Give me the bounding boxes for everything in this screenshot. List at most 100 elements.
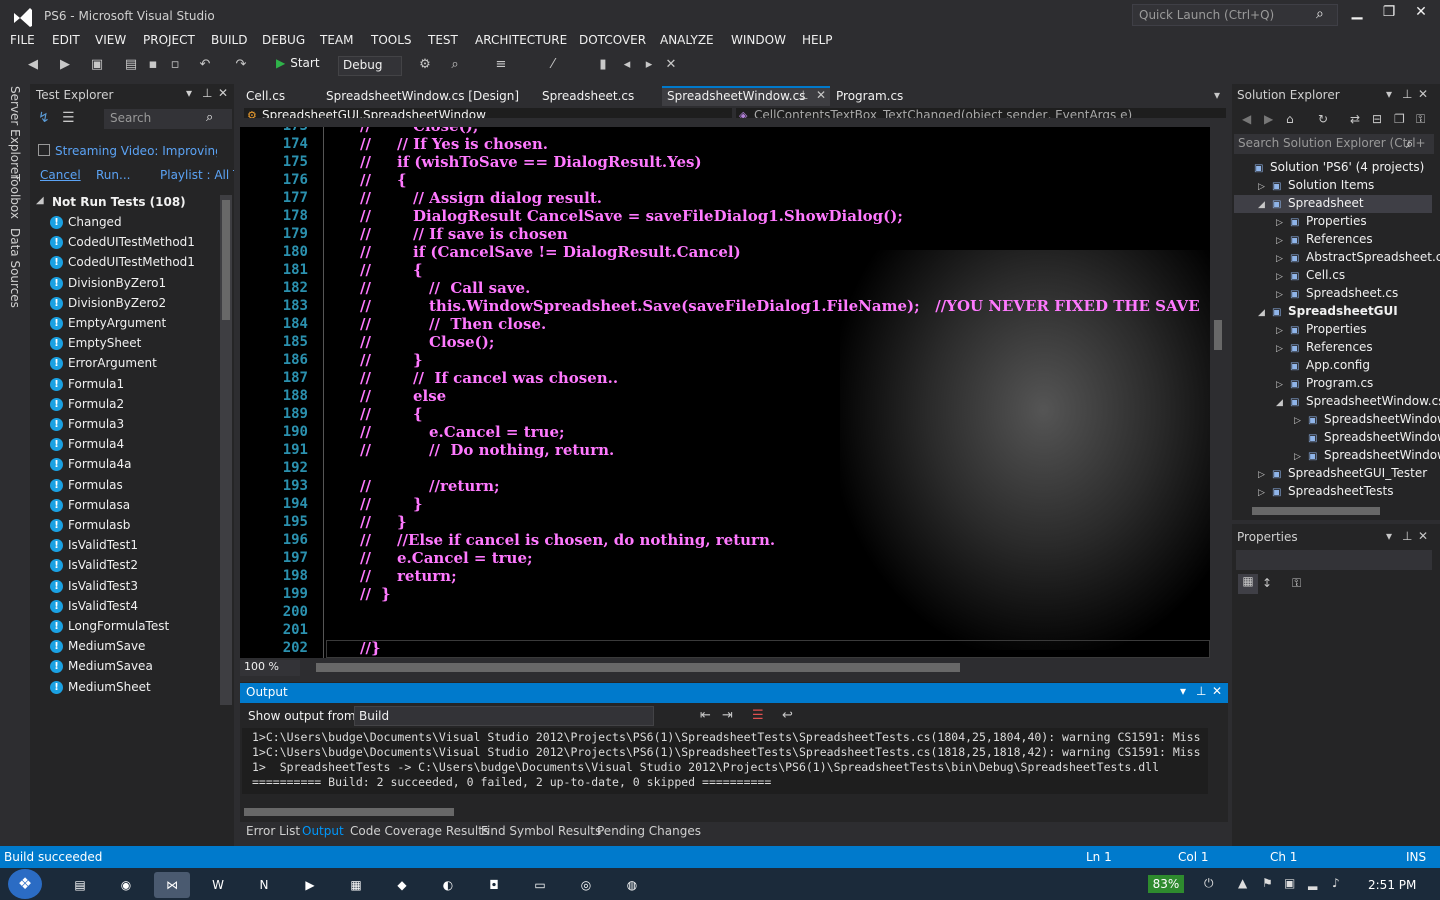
group-by-icon[interactable]: ☰ (62, 110, 75, 126)
menu-test[interactable]: TEST (428, 33, 458, 47)
code-line[interactable]: } (413, 495, 423, 513)
media-player-icon[interactable]: ▶ (292, 872, 328, 898)
solution-tree-item[interactable]: ▷ ▣ SpreadsheetWindow (1294, 448, 1440, 466)
zoom-dropdown[interactable]: 100 % (240, 660, 300, 676)
test-item[interactable]: ! LongFormulaTest (38, 617, 218, 637)
solution-tree-item[interactable]: ▷ ▣ Cell.cs (1276, 268, 1345, 286)
collapse-all-icon[interactable]: ⊟ (1372, 112, 1382, 126)
close-button[interactable]: ✕ (1406, 4, 1436, 26)
show-hidden-icons-icon[interactable]: ▲ (1238, 876, 1247, 890)
menu-dotcover[interactable]: DOTCOVER (579, 33, 646, 47)
tab-spreadsheet-cs[interactable]: Spreadsheet.cs (542, 89, 634, 103)
expand-arrow-icon[interactable]: ▷ (1276, 290, 1290, 300)
configuration-dropdown[interactable]: Debug (338, 56, 402, 76)
test-item[interactable]: ! Formulasb (38, 516, 218, 536)
expand-arrow-icon[interactable]: ▷ (1276, 254, 1290, 264)
expand-arrow-icon[interactable]: ▷ (1276, 236, 1290, 246)
code-line[interactable]: // Assign dialog result. (413, 189, 602, 207)
scrollbar-thumb[interactable] (1214, 320, 1222, 350)
expand-arrow-icon[interactable]: ▷ (1276, 380, 1290, 390)
dropdown-icon[interactable]: ▾ (1386, 529, 1392, 543)
battery-indicator[interactable]: 83% (1148, 875, 1184, 893)
network-adapter-icon[interactable]: ▣ (1284, 876, 1295, 890)
test-item[interactable]: ! Formula4 (38, 435, 218, 455)
code-line[interactable]: // If save is chosen (413, 225, 568, 243)
back-icon[interactable]: ◀ (1242, 112, 1251, 126)
solution-tree-item[interactable]: ▷ ▣ Solution Items (1258, 178, 1374, 196)
show-all-files-icon[interactable]: ❐ (1394, 112, 1405, 126)
solution-tree-item[interactable]: ▷ ▣ AbstractSpreadsheet.cs (1276, 250, 1440, 268)
pin-icon[interactable]: ⊥ (1402, 87, 1412, 101)
not-run-tests-group[interactable]: Not Run Tests (108) (52, 195, 186, 209)
find-message-icon[interactable]: ⇤ (700, 708, 711, 723)
code-line[interactable]: // Do nothing, return. (429, 441, 614, 459)
flag-icon[interactable]: ⚑ (1262, 876, 1273, 890)
close-icon[interactable]: ✕ (1418, 87, 1428, 101)
tab-spreadsheetwindow-design[interactable]: SpreadsheetWindow.cs [Design] (326, 89, 519, 103)
code-line[interactable]: return; (397, 567, 457, 585)
output-scrollbar-thumb[interactable] (244, 808, 454, 816)
clear-bookmarks-icon[interactable]: ✕ (662, 56, 680, 74)
property-pages-icon[interactable]: ⚿ (1292, 576, 1301, 591)
menu-file[interactable]: FILE (10, 33, 35, 47)
notepad-icon[interactable]: ▦ (338, 872, 374, 898)
sync-icon[interactable]: ↻ (1318, 112, 1328, 126)
properties-icon[interactable]: ⚿ (1416, 112, 1425, 127)
scrollbar-thumb[interactable] (222, 200, 230, 320)
onenote-icon[interactable]: N (246, 872, 282, 898)
prev-bookmark-icon[interactable]: ◂ (618, 56, 636, 74)
solution-tree-item[interactable]: ◢ ▣ SpreadsheetWindow.cs (1276, 394, 1440, 412)
solution-tree-item[interactable]: ▷ ▣ References (1276, 340, 1373, 358)
test-item[interactable]: ! IsValidTest3 (38, 577, 218, 597)
test-item[interactable]: ! CodedUITestMethod1 (38, 233, 218, 253)
menu-view[interactable]: VIEW (95, 33, 126, 47)
code-line[interactable]: } (381, 585, 391, 603)
menu-help[interactable]: HELP (802, 33, 833, 47)
solution-tree-item[interactable]: ▷ ▣ Properties (1276, 214, 1367, 232)
visual-studio-icon[interactable]: ⋈ (154, 872, 190, 898)
test-item[interactable]: ! MediumSavea (38, 657, 218, 677)
save-icon[interactable]: ▪ (144, 56, 162, 74)
attach-icon[interactable]: ⚙ (416, 56, 434, 74)
solution-tree-item[interactable]: ▷ ▣ SpreadsheetGUI_Tester (1258, 466, 1427, 484)
word-wrap-icon[interactable]: ↩ (782, 708, 793, 723)
menu-debug[interactable]: DEBUG (262, 33, 305, 47)
solution-tree-item[interactable]: ▣ Solution 'PS6' (4 projects) (1240, 160, 1424, 178)
code-line[interactable]: // Then close. (429, 315, 546, 333)
solution-tree-item[interactable]: ◢ ▣ SpreadsheetGUI (1258, 304, 1398, 322)
system-clock[interactable]: 2:51 PM (1368, 878, 1416, 892)
tab-program-cs[interactable]: Program.cs (836, 89, 903, 103)
test-item[interactable]: ! DivisionByZero1 (38, 274, 218, 294)
tab-find-symbol-results[interactable]: Find Symbol Results (481, 824, 601, 838)
code-line[interactable]: //return; (429, 477, 500, 495)
solution-tree-item[interactable]: ◢ ▣ Spreadsheet (1258, 196, 1364, 214)
menu-project[interactable]: PROJECT (143, 33, 195, 47)
live-icon[interactable]: ▭ (522, 872, 558, 898)
horizontal-scrollbar-thumb[interactable] (316, 663, 960, 672)
code-line[interactable]: { (413, 405, 423, 423)
toolbox-tab[interactable]: Toolbox (8, 174, 22, 219)
comment-icon[interactable]: ⁄ (544, 56, 562, 74)
code-line[interactable]: if (wishToSave == DialogResult.Yes) (397, 153, 702, 171)
tab-spreadsheetwindow-cs[interactable]: SpreadsheetWindow.cs (667, 89, 805, 103)
solution-tree-item[interactable]: ▣ SpreadsheetWindow.r (1294, 430, 1440, 448)
back-icon[interactable]: ◀ (24, 56, 42, 74)
test-item[interactable]: ! Formulasa (38, 496, 218, 516)
next-message-icon[interactable]: ⇥ (722, 708, 733, 723)
code-line[interactable]: } (413, 351, 423, 369)
expand-arrow-icon[interactable]: ▷ (1276, 272, 1290, 282)
bookmark-icon[interactable]: ▮ (594, 56, 612, 74)
quick-launch-input[interactable]: Quick Launch (Ctrl+Q) (1132, 4, 1338, 26)
expand-arrow-icon[interactable]: ◢ (1258, 308, 1272, 318)
code-line[interactable]: else (413, 387, 446, 405)
code-line[interactable]: { (413, 261, 423, 279)
dropdown-icon[interactable]: ▾ (186, 86, 192, 100)
code-line[interactable]: } (397, 513, 407, 531)
solution-search-input[interactable]: Search Solution Explorer (Ctrl+ (1234, 134, 1434, 154)
solution-tree-item[interactable]: ▷ ▣ Properties (1276, 322, 1367, 340)
data-sources-tab[interactable]: Data Sources (8, 228, 22, 308)
expand-arrow-icon[interactable]: ◢ (1258, 200, 1272, 210)
code-line[interactable]: if (CancelSave != DialogResult.Cancel) (413, 243, 741, 261)
volume-icon[interactable]: ♪ (1332, 876, 1340, 890)
tab-pending-changes[interactable]: Pending Changes (597, 824, 701, 838)
